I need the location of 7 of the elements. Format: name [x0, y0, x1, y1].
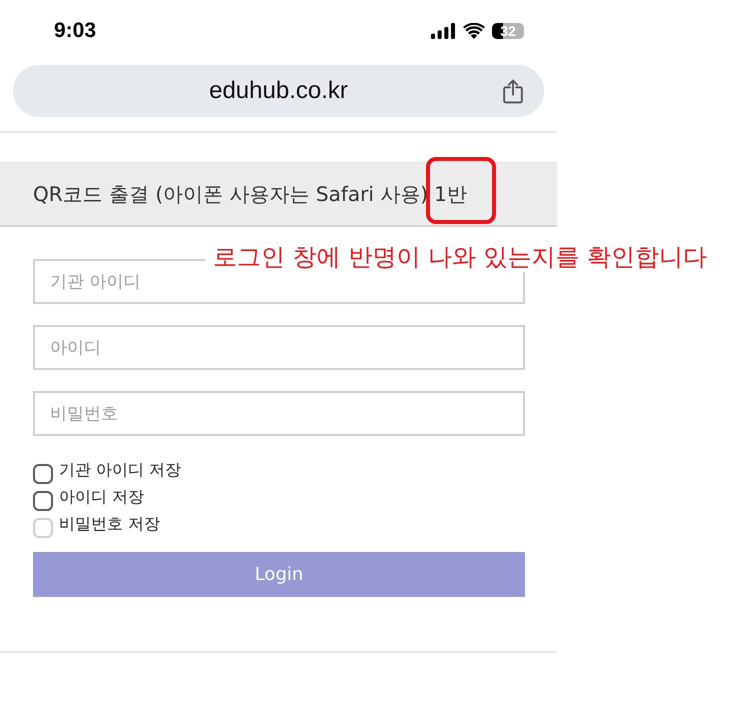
url-text: eduhub.co.kr: [209, 77, 348, 105]
checkbox-label: 비밀번호 저장: [59, 514, 160, 535]
checkbox-label: 아이디 저장: [59, 487, 144, 508]
checkbox-label: 기관 아이디 저장: [59, 460, 182, 481]
class-label: 1반: [434, 180, 467, 208]
page-title: QR코드 출결 (아이폰 사용자는 Safari 사용): [33, 180, 428, 208]
status-time: 9:03: [54, 19, 96, 43]
